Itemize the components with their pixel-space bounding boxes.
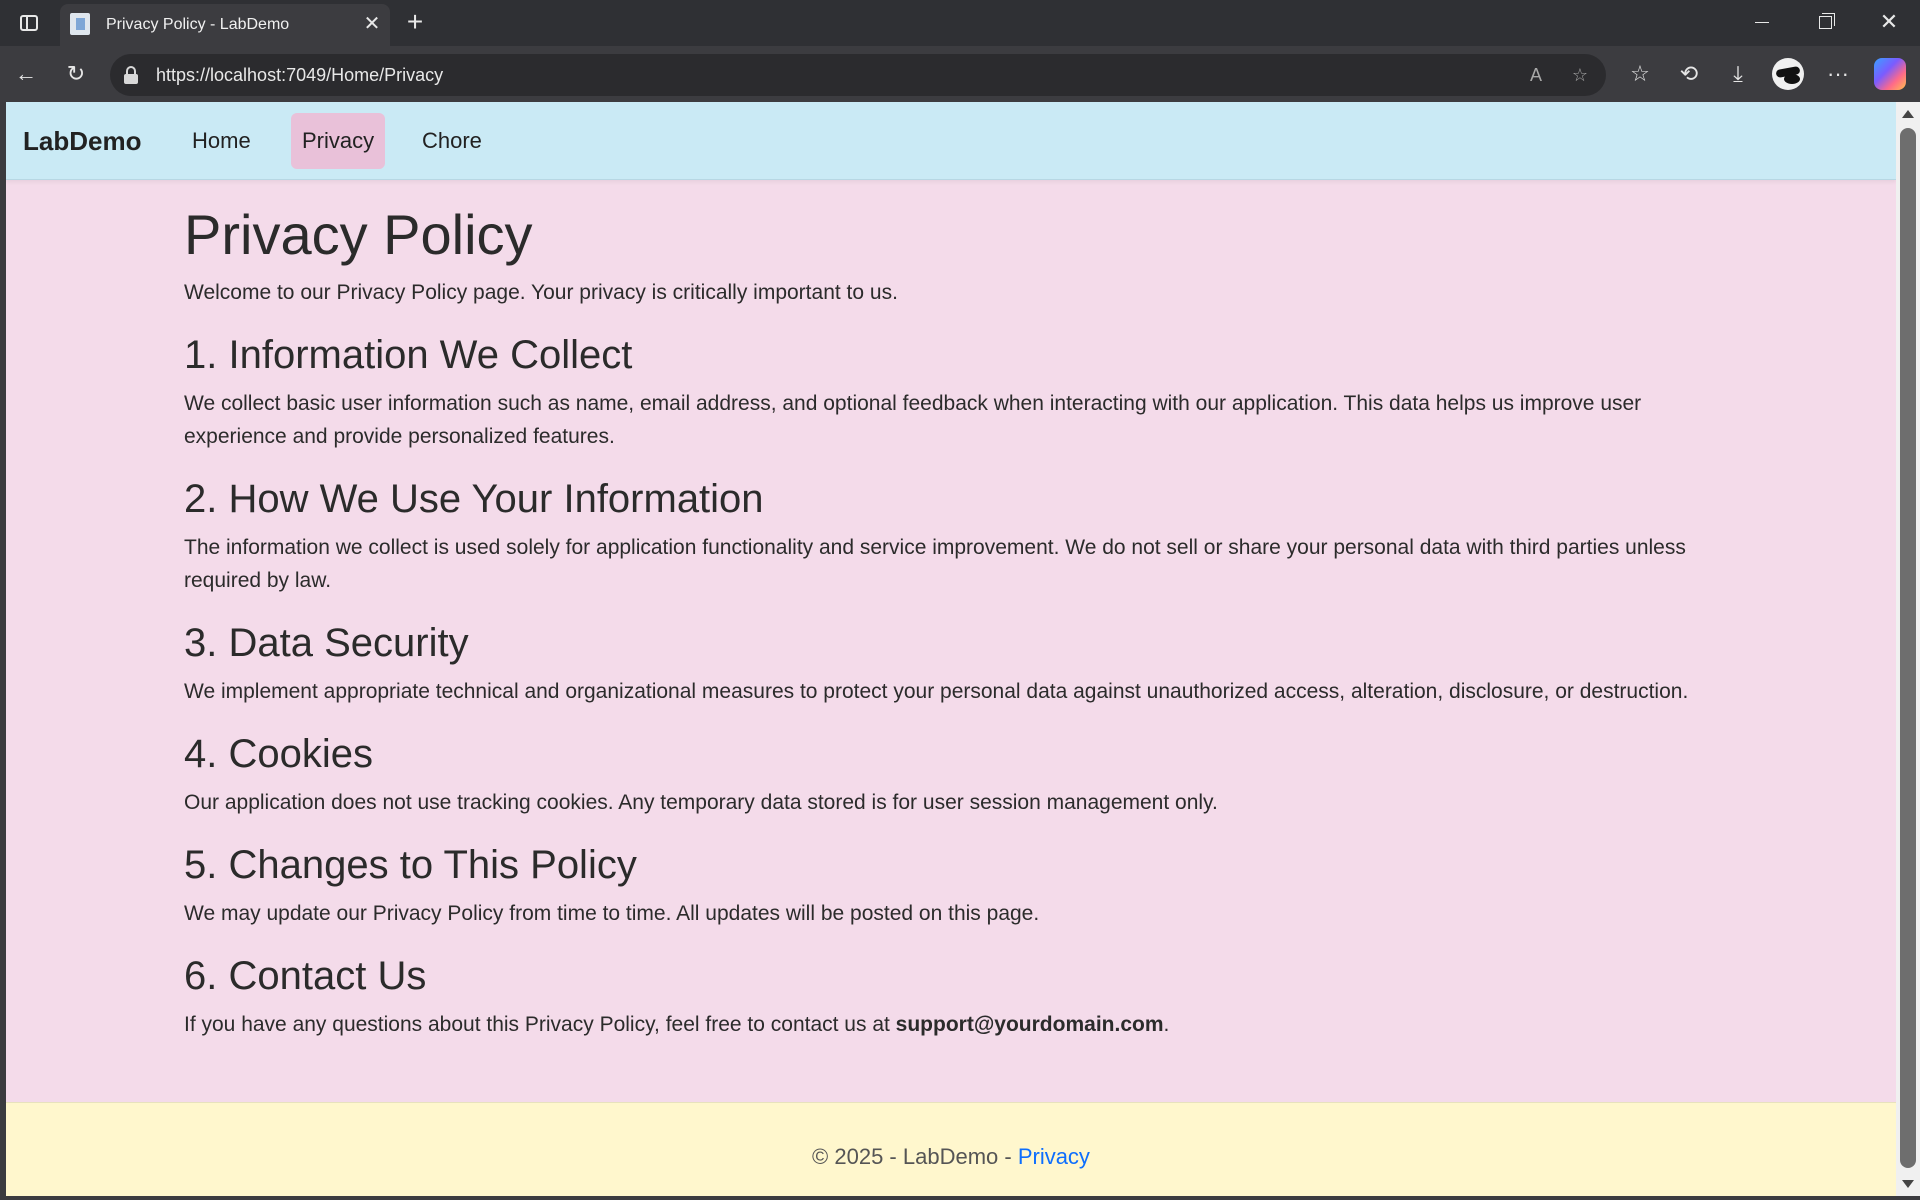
- tab-actions-icon[interactable]: [10, 9, 48, 37]
- restore-icon[interactable]: [1794, 0, 1856, 44]
- copilot-icon[interactable]: [1874, 58, 1906, 90]
- browser-titlebar: Privacy Policy - LabDemo ✕ + ✕: [0, 0, 1920, 46]
- page-viewport: LabDemo Home Privacy Chore Privacy Polic…: [6, 102, 1896, 1196]
- page-scrollbar[interactable]: [1896, 102, 1920, 1196]
- scrollbar-thumb[interactable]: [1900, 128, 1916, 1168]
- section-text: The information we collect is used solel…: [184, 536, 1686, 592]
- lock-icon[interactable]: [122, 66, 140, 84]
- contact-text-before: If you have any questions about this Pri…: [184, 1013, 896, 1036]
- section-text: We implement appropriate technical and o…: [184, 680, 1689, 703]
- minimize-icon[interactable]: [1731, 0, 1793, 44]
- favorites-icon[interactable]: ☆: [1624, 58, 1656, 90]
- nav-privacy[interactable]: Privacy: [291, 113, 386, 169]
- intro-text: Welcome to our Privacy Policy page. Your…: [184, 281, 898, 304]
- page-favicon-icon: [70, 13, 90, 35]
- window-close-icon[interactable]: ✕: [1858, 0, 1920, 44]
- page-title: Privacy Policy: [184, 203, 533, 266]
- section-heading: 4. Cookies: [184, 732, 373, 776]
- footer-text: © 2025 - LabDemo - Privacy: [6, 1144, 1896, 1170]
- browser-toolbar: ← ↻ https://localhost:7049/Home/Privacy …: [0, 46, 1920, 102]
- reload-icon[interactable]: ↻: [60, 58, 92, 90]
- site-navbar: LabDemo Home Privacy Chore: [6, 102, 1896, 180]
- main-content: Privacy Policy Welcome to our Privacy Po…: [184, 180, 1724, 1041]
- footer-copyright: © 2025 - LabDemo -: [812, 1144, 1018, 1169]
- history-icon[interactable]: ⟲: [1673, 58, 1705, 90]
- downloads-icon[interactable]: ⤓: [1722, 58, 1754, 90]
- section-text: We may update our Privacy Policy from ti…: [184, 902, 1040, 925]
- section-text: Our application does not use tracking co…: [184, 791, 1218, 814]
- section-heading: 3. Data Security: [184, 621, 469, 665]
- tab-close-icon[interactable]: ✕: [360, 12, 384, 36]
- profile-avatar[interactable]: [1772, 58, 1804, 90]
- nav-home[interactable]: Home: [181, 113, 262, 169]
- contact-email: support@yourdomain.com: [895, 1013, 1164, 1036]
- brand-link[interactable]: LabDemo: [23, 126, 141, 157]
- nav-chore[interactable]: Chore: [411, 113, 493, 169]
- address-url[interactable]: https://localhost:7049/Home/Privacy: [156, 65, 443, 86]
- contact-text-after: .: [1163, 1013, 1170, 1036]
- contact-text: If you have any questions about this Pri…: [184, 1008, 1724, 1041]
- browser-tab[interactable]: Privacy Policy - LabDemo ✕: [60, 4, 390, 46]
- tab-title: Privacy Policy - LabDemo: [106, 16, 290, 33]
- read-aloud-icon[interactable]: A: [1522, 62, 1550, 88]
- section-text: We collect basic user information such a…: [184, 392, 1642, 448]
- section-heading: 6. Contact Us: [184, 954, 427, 998]
- back-icon[interactable]: ←: [10, 58, 42, 90]
- scroll-up-icon[interactable]: [1902, 110, 1914, 118]
- section-heading: 1. Information We Collect: [184, 333, 633, 377]
- footer-privacy-link[interactable]: Privacy: [1018, 1144, 1090, 1169]
- section-heading: 2. How We Use Your Information: [184, 477, 764, 521]
- address-bar[interactable]: https://localhost:7049/Home/Privacy A ☆: [110, 54, 1606, 96]
- site-footer: © 2025 - LabDemo - Privacy: [6, 1102, 1896, 1196]
- new-tab-icon[interactable]: +: [400, 8, 430, 38]
- scroll-down-icon[interactable]: [1902, 1180, 1914, 1188]
- section-heading: 5. Changes to This Policy: [184, 843, 637, 887]
- favorite-star-icon[interactable]: ☆: [1566, 62, 1594, 88]
- more-menu-icon[interactable]: ···: [1822, 58, 1854, 90]
